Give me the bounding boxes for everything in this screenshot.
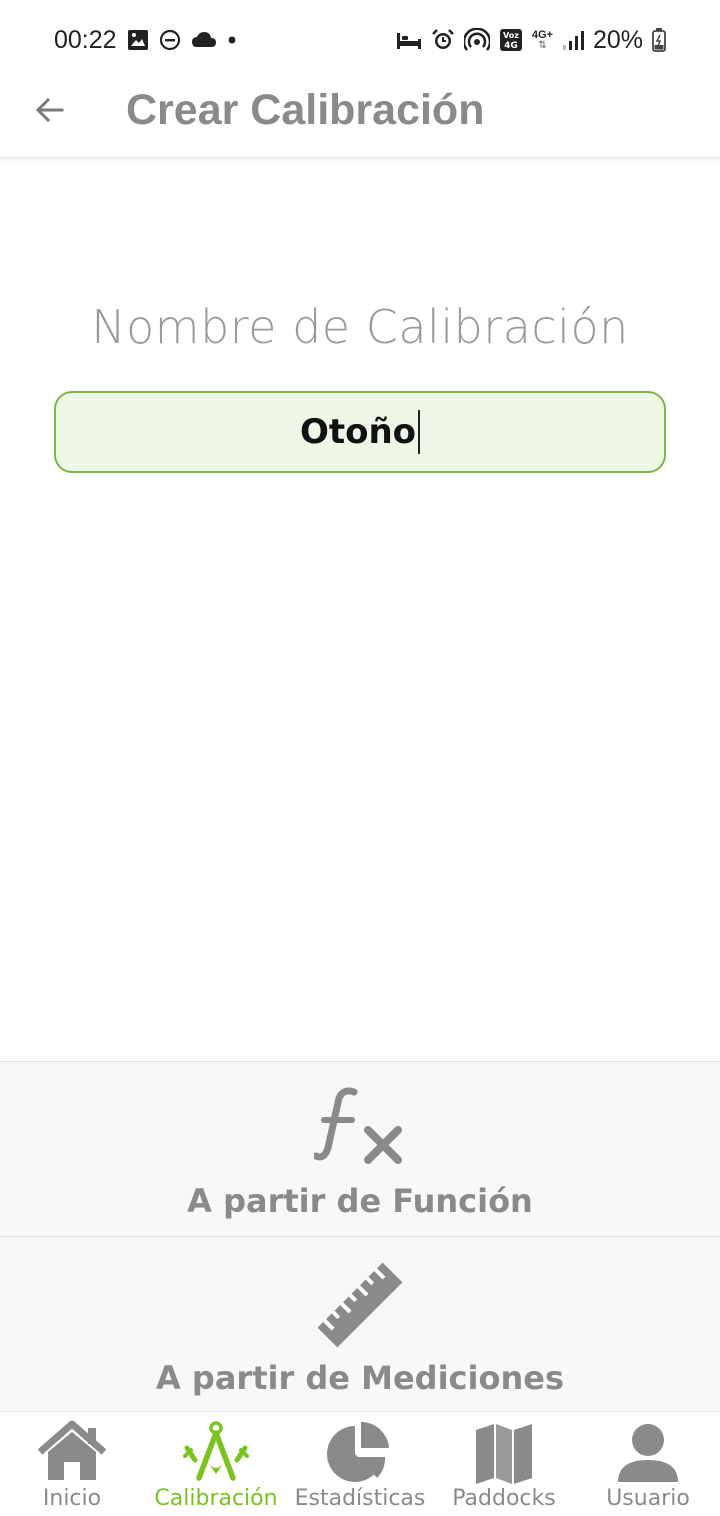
app-bar: Crear Calibración (0, 80, 720, 158)
volte-icon: Voz 4G (499, 28, 523, 52)
bottom-nav: Inicio Calibración Estadísticas Paddocks… (0, 1411, 720, 1516)
nav-item-usuario[interactable]: Usuario (600, 1412, 696, 1516)
nav-label-calibracion: Calibración (154, 1486, 278, 1511)
calibration-name-value: Otoño (299, 412, 417, 452)
nav-label-inicio: Inicio (42, 1486, 102, 1511)
nav-item-calibracion[interactable]: Calibración (150, 1412, 282, 1516)
hotspot-icon (463, 28, 490, 52)
function-fx-icon (312, 1086, 406, 1170)
from-measurements-button[interactable]: A partir de Mediciones (0, 1237, 720, 1412)
nav-item-paddocks[interactable]: Paddocks (446, 1412, 562, 1516)
nav-label-usuario: Usuario (606, 1486, 690, 1511)
page-title: Crear Calibración (126, 86, 485, 134)
creation-options: A partir de Función A partir de Medicion… (0, 1061, 720, 1411)
network-4g-icon: 4G+ ⇅ (531, 28, 553, 51)
from-function-label: A partir de Función (187, 1182, 533, 1220)
status-time: 00:22 (54, 25, 117, 54)
ruler-icon (310, 1255, 410, 1359)
map-icon (472, 1420, 536, 1488)
do-not-disturb-icon (159, 29, 181, 51)
nav-label-estadisticas: Estadísticas (294, 1486, 426, 1511)
calibration-name-input[interactable]: Otoño (54, 391, 666, 473)
nav-label-paddocks: Paddocks (452, 1486, 556, 1511)
pie-chart-icon (325, 1420, 395, 1490)
arrow-left-icon (34, 94, 66, 130)
status-bar: 00:22 Voz 4G 4G+ ⇅ 20% (0, 0, 720, 80)
calibration-name-label: Nombre de Calibración (91, 300, 629, 354)
from-function-button[interactable]: A partir de Función (0, 1062, 720, 1237)
from-measurements-label: A partir de Mediciones (156, 1359, 564, 1397)
svg-text:4G: 4G (504, 41, 518, 51)
text-caret (418, 410, 421, 454)
home-icon (36, 1420, 108, 1486)
nav-item-inicio[interactable]: Inicio (22, 1412, 122, 1516)
battery-percent: 20% (592, 25, 643, 54)
image-icon (127, 29, 149, 51)
alarm-icon (431, 28, 455, 52)
network-label: 4G+ (531, 28, 553, 41)
dot-icon (227, 35, 237, 45)
compass-icon (181, 1420, 251, 1488)
svg-text:Voz: Voz (503, 31, 519, 40)
battery-icon (652, 28, 666, 52)
back-button[interactable] (30, 92, 70, 132)
cloud-icon (191, 30, 217, 50)
bed-icon (396, 29, 422, 51)
user-icon (614, 1420, 682, 1490)
signal-icon (562, 29, 584, 51)
nav-item-estadisticas[interactable]: Estadísticas (294, 1412, 426, 1516)
